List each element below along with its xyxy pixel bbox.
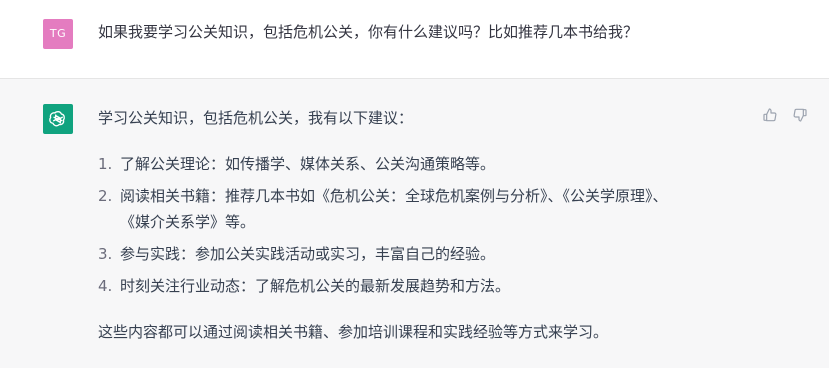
user-message-row: TG 如果我要学习公关知识，包括危机公关，你有什么建议吗？比如推荐几本书给我？	[0, 0, 829, 79]
assistant-intro: 学习公关知识，包括危机公关，我有以下建议：	[98, 109, 414, 127]
thumbs-down-icon	[793, 108, 807, 122]
list-item: 3. 参与实践：参加公关实践活动或实习，丰富自己的经验。	[98, 241, 758, 267]
list-item-text: 了解公关理论：如传播学、媒体关系、公关沟通策略等。	[120, 155, 496, 173]
assistant-message-body: 学习公关知识，包括危机公关，我有以下建议： 1. 了解公关理论：如传播学、媒体关…	[98, 105, 758, 345]
assistant-avatar	[43, 104, 73, 134]
feedback-controls	[761, 106, 809, 124]
list-item-text-continuation: 《媒介关系学》等。	[120, 213, 256, 231]
user-avatar: TG	[43, 19, 73, 49]
list-item: 2. 阅读相关书籍：推荐几本书如《危机公关：全球危机案例与分析》、《公关学原理》…	[98, 183, 758, 235]
conversation: TG 如果我要学习公关知识，包括危机公关，你有什么建议吗？比如推荐几本书给我？ …	[0, 0, 829, 368]
list-item: 1. 了解公关理论：如传播学、媒体关系、公关沟通策略等。	[98, 151, 758, 177]
suggestion-list: 1. 了解公关理论：如传播学、媒体关系、公关沟通策略等。 2. 阅读相关书籍：推…	[98, 151, 758, 299]
list-item-number: 2.	[98, 187, 113, 205]
list-item-number: 4.	[98, 277, 113, 295]
user-message-text: 如果我要学习公关知识，包括危机公关，你有什么建议吗？比如推荐几本书给我？	[98, 23, 639, 41]
thumbs-down-button[interactable]	[791, 106, 809, 124]
list-item: 4. 时刻关注行业动态：了解危机公关的最新发展趋势和方法。	[98, 273, 758, 299]
thumbs-up-button[interactable]	[761, 106, 779, 124]
list-item-text: 参与实践：参加公关实践活动或实习，丰富自己的经验。	[120, 245, 496, 263]
assistant-message-row: 学习公关知识，包括危机公关，我有以下建议： 1. 了解公关理论：如传播学、媒体关…	[0, 79, 829, 368]
thumbs-up-icon	[763, 108, 777, 122]
list-item-number: 3.	[98, 245, 113, 263]
list-item-text: 阅读相关书籍：推荐几本书如《危机公关：全球危机案例与分析》、《公关学原理》、	[120, 187, 668, 205]
assistant-outro: 这些内容都可以通过阅读相关书籍、参加培训课程和实践经验等方式来学习。	[98, 323, 609, 341]
openai-logo-icon	[49, 111, 65, 127]
list-item-text: 时刻关注行业动态：了解危机公关的最新发展趋势和方法。	[120, 277, 511, 295]
list-item-number: 1.	[98, 155, 113, 173]
